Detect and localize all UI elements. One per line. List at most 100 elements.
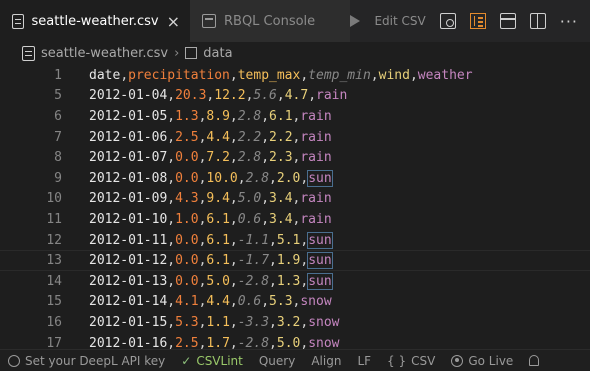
- line-number: 14: [46, 273, 62, 289]
- comma-separator: ,: [229, 253, 238, 269]
- csv-cell: 1.3: [175, 108, 199, 124]
- comma-separator: ,: [261, 191, 270, 207]
- comma-separator: ,: [167, 253, 176, 269]
- csv-cell: 6.1: [206, 253, 230, 269]
- deepl-status[interactable]: Set your DeepL API key: [0, 354, 173, 368]
- code-line[interactable]: 13 2012-01-12,0.0,6.1,-1.7,1.9,sun: [0, 250, 590, 271]
- csv-cell: 4.1: [175, 294, 199, 310]
- csv-cell: 2012-01-13: [89, 273, 168, 289]
- csv-cell: 4.7: [284, 88, 309, 104]
- comma-separator: ,: [167, 129, 176, 145]
- csv-cell: wind: [378, 67, 410, 83]
- breadcrumb-symbol[interactable]: data: [203, 46, 232, 61]
- csv-cell: rain: [300, 191, 332, 207]
- comma-separator: ,: [300, 232, 309, 248]
- run-icon[interactable]: [350, 15, 361, 27]
- breadcrumb-file[interactable]: seattle-weather.csv: [41, 46, 168, 61]
- csv-cell: 20.3: [175, 88, 207, 104]
- edit-csv-label: Edit CSV: [374, 14, 426, 28]
- open-preview-icon[interactable]: [499, 13, 516, 29]
- code-line[interactable]: 16 2012-01-15,5.3,1.1,-3.3,3.2,snow: [0, 312, 590, 333]
- preview-search-icon[interactable]: [439, 13, 456, 29]
- close-tab-icon[interactable]: ×: [167, 12, 180, 31]
- language-status[interactable]: { } CSV: [379, 354, 443, 368]
- tab-seattle-weather[interactable]: seattle-weather.csv ×: [0, 0, 190, 42]
- csv-cell: 6.1: [206, 211, 230, 227]
- csv-cell: 2.2: [269, 129, 293, 145]
- code-line[interactable]: 11 2012-01-10,1.0,6.1,0.6,3.4,rain: [0, 209, 590, 230]
- eol-status[interactable]: LF: [349, 354, 379, 368]
- align-button[interactable]: Align: [303, 354, 349, 368]
- code-line[interactable]: 10 2012-01-09,4.3,9.4,5.0,3.4,rain: [0, 189, 590, 210]
- edit-csv-button[interactable]: Edit CSV: [374, 14, 425, 28]
- comma-separator: ,: [237, 170, 246, 186]
- comma-separator: ,: [229, 150, 238, 166]
- language-label: CSV: [411, 353, 436, 368]
- csv-cell: 5.6: [253, 88, 277, 104]
- comma-separator: ,: [167, 88, 176, 104]
- csv-cell: snow: [308, 314, 340, 330]
- query-button[interactable]: Query: [251, 354, 303, 368]
- csv-file-icon: [22, 45, 35, 61]
- csv-cell: 2012-01-07: [89, 150, 168, 166]
- comma-separator: ,: [167, 108, 176, 124]
- golive-button[interactable]: Go Live: [443, 354, 521, 368]
- code-line[interactable]: 12 2012-01-11,0.0,6.1,-1.1,5.1,sun: [0, 230, 590, 251]
- csv-cell: weather: [417, 67, 473, 83]
- code-line[interactable]: 1 date,precipitation,temp_max,temp_min,wi…: [0, 65, 590, 86]
- code-line[interactable]: 6 2012-01-05,1.3,8.9,2.8,6.1,rain: [0, 106, 590, 127]
- breadcrumb: seattle-weather.csv › data: [0, 42, 590, 64]
- more-actions-icon[interactable]: ···: [560, 12, 578, 31]
- line-content: 2012-01-10,1.0,6.1,0.6,3.4,rain: [89, 212, 332, 227]
- line-content: 2012-01-06,2.5,4.4,2.2,2.2,rain: [89, 130, 332, 145]
- csv-cell: 2012-01-09: [89, 191, 168, 207]
- line-number: 9: [54, 170, 62, 186]
- csv-cell: 5.1: [276, 232, 301, 248]
- align-columns-icon[interactable]: [469, 13, 486, 29]
- csv-cell: 6.1: [206, 232, 230, 248]
- csv-cell: sun: [307, 252, 333, 270]
- line-content: 2012-01-11,0.0,6.1,-1.1,5.1,sun: [89, 231, 333, 249]
- code-line[interactable]: 7 2012-01-06,2.5,4.4,2.2,2.2,rain: [0, 127, 590, 148]
- csv-file-icon: [12, 13, 24, 29]
- csv-cell: 9.4: [206, 191, 230, 207]
- comma-separator: ,: [229, 294, 238, 310]
- csv-cell: 2012-01-06: [89, 129, 168, 145]
- comma-separator: ,: [229, 232, 238, 248]
- eol-label: LF: [357, 353, 372, 368]
- csv-cell: 0.0: [175, 273, 199, 289]
- code-line[interactable]: 15 2012-01-14,4.1,4.4,0.6,5.3,snow: [0, 292, 590, 313]
- comma-separator: ,: [269, 170, 277, 186]
- braces-icon: { }: [387, 353, 407, 368]
- comma-separator: ,: [167, 150, 176, 166]
- csvlint-status[interactable]: ✓ CSVLint: [173, 354, 251, 368]
- code-line[interactable]: 5 2012-01-04,20.3,12.2,5.6,4.7,rain: [0, 86, 590, 107]
- query-label: Query: [258, 353, 296, 368]
- editor-area[interactable]: 1 date,precipitation,temp_max,temp_min,wi…: [0, 64, 590, 351]
- deepl-label: Set your DeepL API key: [25, 353, 166, 368]
- code-line[interactable]: 9 2012-01-08,0.0,10.0,2.8,2.0,sun: [0, 168, 590, 189]
- comma-separator: ,: [167, 314, 176, 330]
- code-line[interactable]: 8 2012-01-07,0.0,7.2,2.8,2.3,rain: [0, 147, 590, 168]
- notifications-button[interactable]: [521, 355, 547, 366]
- code-line[interactable]: 14 2012-01-13,0.0,5.0,-2.8,1.3,sun: [0, 271, 590, 292]
- split-editor-icon[interactable]: [529, 13, 546, 29]
- csv-cell: 8.9: [206, 108, 230, 124]
- comma-separator: ,: [167, 211, 176, 227]
- comma-separator: ,: [167, 232, 176, 248]
- line-number: 10: [46, 191, 62, 207]
- line-content: 2012-01-14,4.1,4.4,0.6,5.3,snow: [89, 294, 332, 309]
- tab-rbql-console[interactable]: RBQL Console: [190, 0, 354, 42]
- csv-cell: 1.9: [276, 253, 301, 269]
- line-content: 2012-01-08,0.0,10.0,2.8,2.0,sun: [89, 169, 333, 187]
- csv-cell: 0.0: [175, 232, 199, 248]
- line-content: 2012-01-07,0.0,7.2,2.8,2.3,rain: [89, 150, 332, 165]
- comma-separator: ,: [269, 273, 277, 289]
- comma-separator: ,: [261, 108, 270, 124]
- line-content: 2012-01-05,1.3,8.9,2.8,6.1,rain: [89, 109, 332, 124]
- csv-cell: 7.2: [206, 150, 230, 166]
- csv-cell: 12.2: [214, 88, 246, 104]
- csv-cell: sun: [307, 231, 333, 249]
- csv-cell: 2012-01-04: [89, 88, 168, 104]
- csv-cell: rain: [316, 88, 348, 104]
